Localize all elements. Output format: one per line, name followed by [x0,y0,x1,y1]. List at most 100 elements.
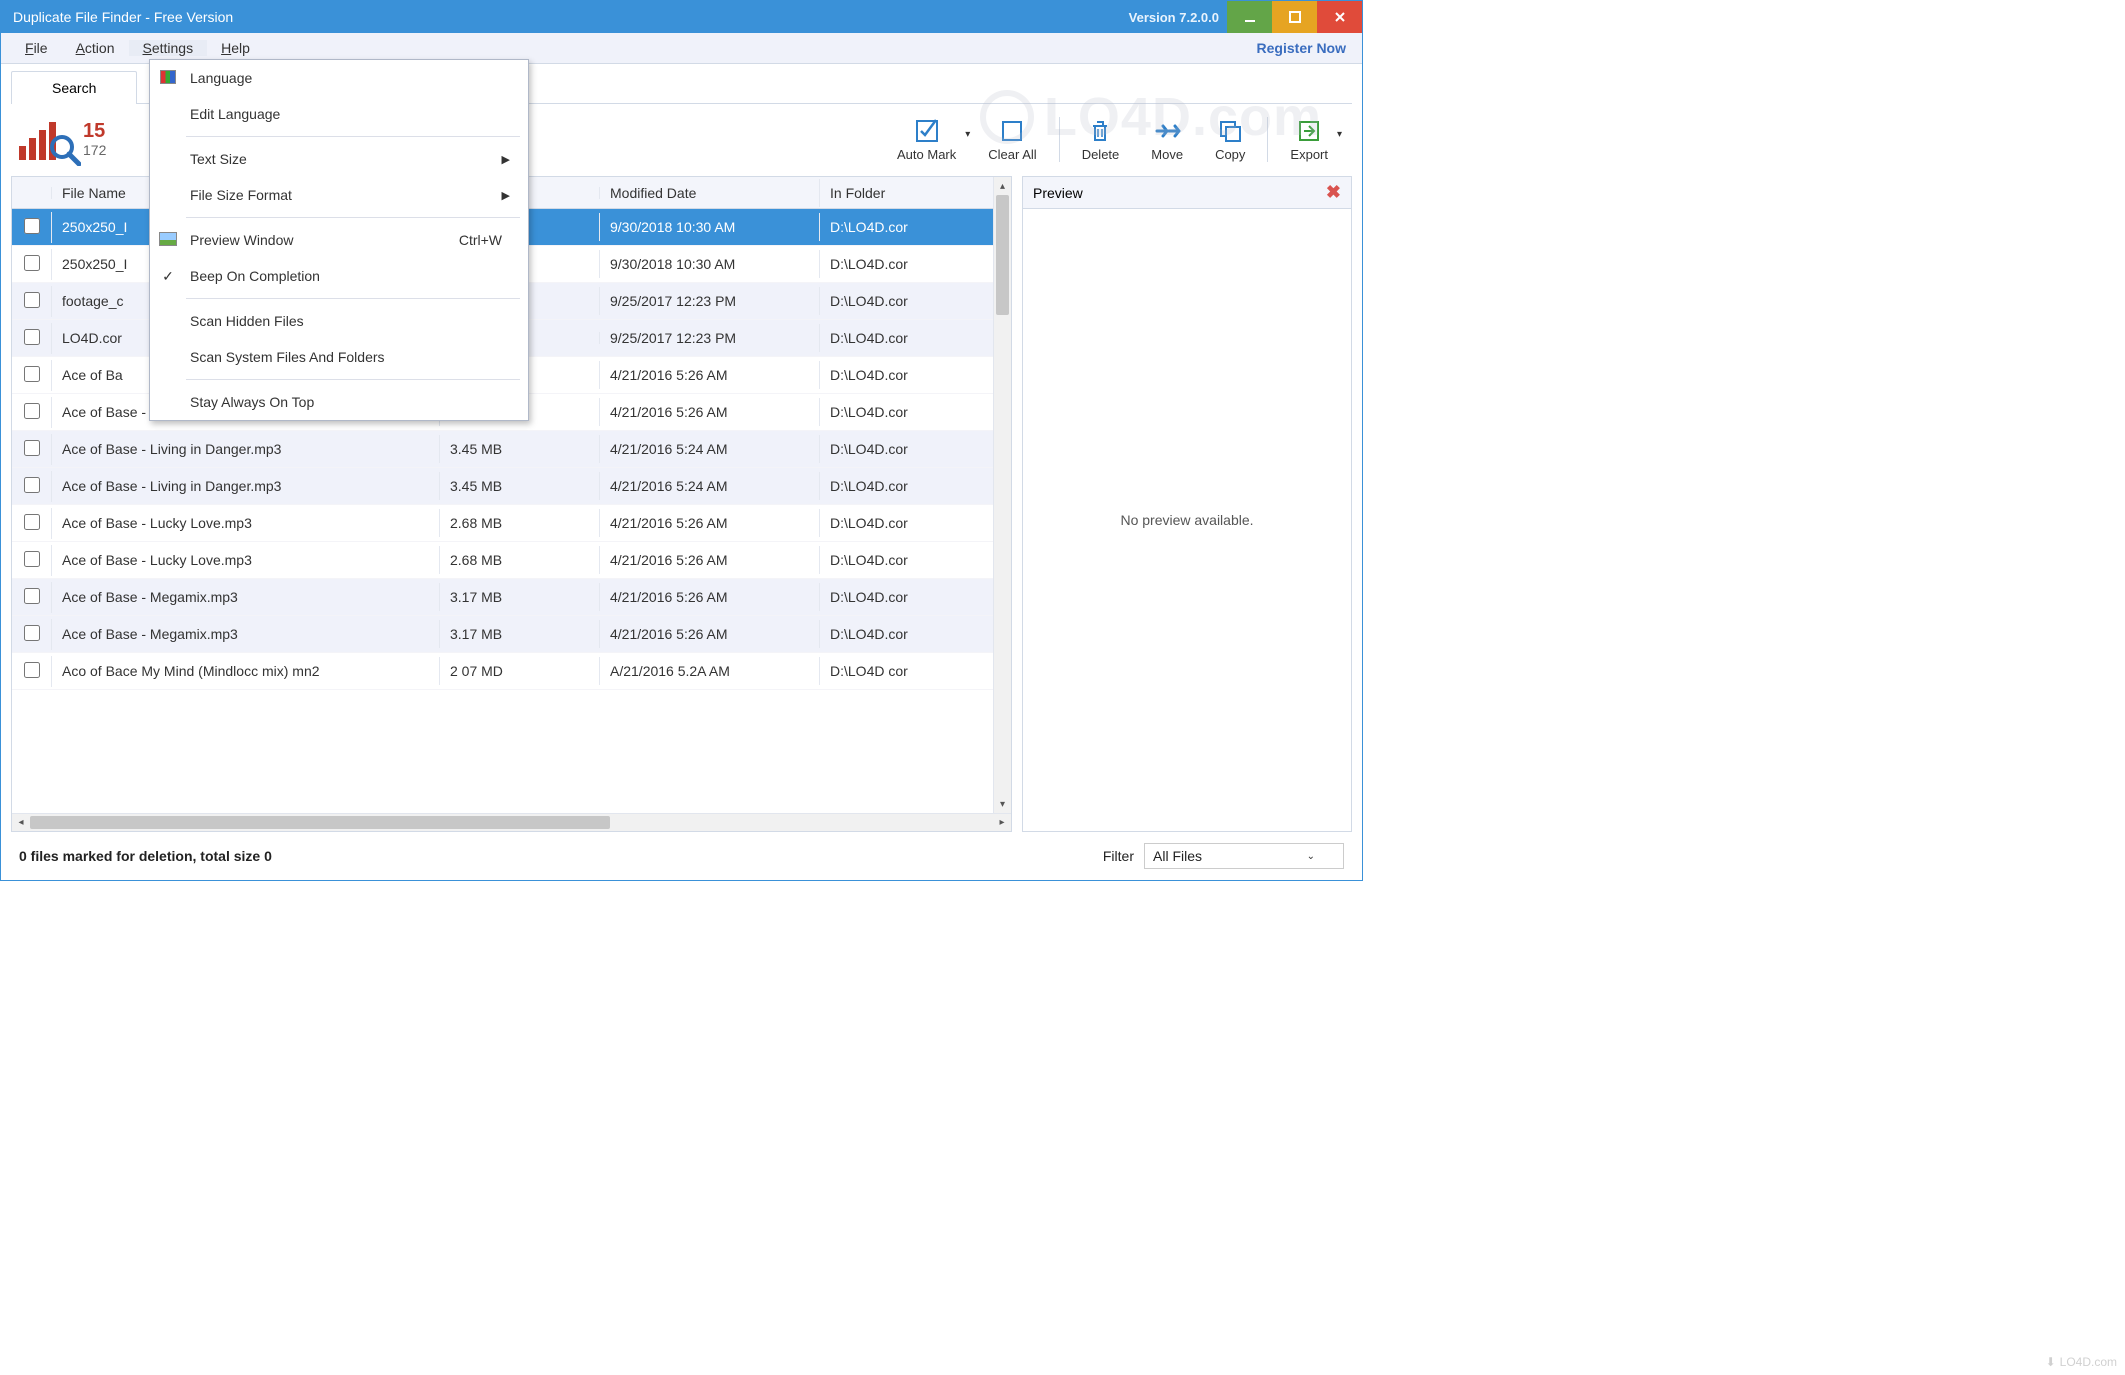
summary-detail: 172 [83,142,106,158]
scroll-thumb[interactable] [996,195,1009,315]
row-checkbox[interactable] [24,403,40,419]
cell-name: Ace of Base - Megamix.mp3 [52,583,440,611]
export-button[interactable]: Export [1274,115,1344,164]
menu-item-text-size[interactable]: Text Size▶ [150,141,528,177]
menu-item-label: Beep On Completion [186,268,514,284]
auto-mark-button[interactable]: Auto Mark [881,115,972,164]
cell-date: 9/25/2017 12:23 PM [600,287,820,315]
cell-folder: D:\LO4D.cor [820,361,1011,389]
cell-folder: D:\LO4D.cor [820,620,1011,648]
menu-item-edit-language[interactable]: Edit Language [150,96,528,132]
header-checkbox-col[interactable] [12,187,52,199]
menu-item-preview-window[interactable]: Preview WindowCtrl+W [150,222,528,258]
register-now-link[interactable]: Register Now [1257,40,1352,56]
clear-all-button[interactable]: Clear All [972,115,1052,164]
row-checkbox[interactable] [24,255,40,271]
move-button[interactable]: Move [1135,115,1199,164]
toolbar: Auto Mark Clear All Delete Move Copy [881,115,1344,164]
cell-size: 3.17 MB [440,583,600,611]
filter-select[interactable]: All Files ⌄ [1144,843,1344,869]
cell-date: 4/21/2016 5:26 AM [600,509,820,537]
scroll-right-arrow-icon[interactable]: ▸ [993,814,1011,831]
tab-search[interactable]: Search [11,71,137,104]
close-button[interactable] [1317,1,1362,33]
cell-date: 9/25/2017 12:23 PM [600,324,820,352]
table-row[interactable]: Ace of Base - Living in Danger.mp33.45 M… [12,468,1011,505]
cell-folder: D:\LO4D.cor [820,398,1011,426]
cell-name: Ace of Base - Living in Danger.mp3 [52,472,440,500]
lang-icon [150,70,186,87]
preview-pane: Preview ✖ No preview available. [1022,176,1352,832]
table-row[interactable]: Ace of Base - Lucky Love.mp32.68 MB4/21/… [12,542,1011,579]
menu-item-scan-system-files-and-folders[interactable]: Scan System Files And Folders [150,339,528,375]
delete-button[interactable]: Delete [1066,115,1136,164]
menu-help[interactable]: Help [207,40,264,56]
minimize-button[interactable] [1227,1,1272,33]
scroll-left-arrow-icon[interactable]: ◂ [12,814,30,831]
menu-settings[interactable]: Settings [129,40,208,56]
cell-size: 3.45 MB [440,435,600,463]
vertical-scrollbar[interactable]: ▴ ▾ [993,177,1011,813]
menu-separator [186,136,520,137]
menu-file[interactable]: File [11,40,62,56]
cell-folder: D:\LO4D cor [820,657,1011,685]
summary-count: 15 [83,120,106,142]
move-arrows-icon [1153,117,1181,145]
cell-name: Ace of Base - Lucky Love.mp3 [52,546,440,574]
table-row[interactable]: Ace of Base - Living in Danger.mp33.45 M… [12,431,1011,468]
filter-label: Filter [1103,848,1134,864]
menu-separator [186,379,520,380]
row-checkbox[interactable] [24,662,40,678]
hscroll-thumb[interactable] [30,816,610,829]
menu-item-scan-hidden-files[interactable]: Scan Hidden Files [150,303,528,339]
header-folder[interactable]: In Folder [820,179,1011,207]
chevron-down-icon: ⌄ [1307,851,1315,862]
cell-folder: D:\LO4D.cor [820,324,1011,352]
menu-item-label: File Size Format [186,187,502,203]
preview-close-button[interactable]: ✖ [1326,182,1341,203]
row-checkbox[interactable] [24,366,40,382]
cell-date: 4/21/2016 5:26 AM [600,546,820,574]
row-checkbox[interactable] [24,329,40,345]
table-row[interactable]: Aco of Bace My Mind (Mindlocc mix) mn22 … [12,653,1011,690]
table-row[interactable]: Ace of Base - Lucky Love.mp32.68 MB4/21/… [12,505,1011,542]
row-checkbox[interactable] [24,588,40,604]
cell-folder: D:\LO4D.cor [820,509,1011,537]
cell-folder: D:\LO4D.cor [820,472,1011,500]
table-row[interactable]: Ace of Base - Megamix.mp33.17 MB4/21/201… [12,579,1011,616]
row-checkbox[interactable] [24,292,40,308]
submenu-arrow-icon: ▶ [502,189,514,202]
copy-button[interactable]: Copy [1199,115,1261,164]
checkmark-box-icon [913,117,941,145]
menu-item-language[interactable]: Language [150,60,528,96]
menu-action[interactable]: Action [62,40,129,56]
app-window: Duplicate File Finder - Free Version Ver… [0,0,1363,881]
menu-item-stay-always-on-top[interactable]: Stay Always On Top [150,384,528,420]
menu-item-label: Scan Hidden Files [186,313,514,329]
scroll-up-arrow-icon[interactable]: ▴ [994,177,1011,195]
menu-item-label: Stay Always On Top [186,394,514,410]
menu-item-file-size-format[interactable]: File Size Format▶ [150,177,528,213]
filter-value: All Files [1153,848,1202,864]
menu-item-label: Text Size [186,151,502,167]
maximize-button[interactable] [1272,1,1317,33]
version-label: Version 7.2.0.0 [1129,10,1219,25]
settings-dropdown: LanguageEdit LanguageText Size▶File Size… [149,59,529,421]
row-checkbox[interactable] [24,625,40,641]
preview-empty-text: No preview available. [1023,209,1351,831]
scan-results-icon [19,114,77,164]
row-checkbox[interactable] [24,440,40,456]
cell-folder: D:\LO4D.cor [820,213,1011,241]
menu-item-beep-on-completion[interactable]: ✓Beep On Completion [150,258,528,294]
cell-size: 3.45 MB [440,472,600,500]
row-checkbox[interactable] [24,477,40,493]
row-checkbox[interactable] [24,551,40,567]
row-checkbox[interactable] [24,218,40,234]
cell-folder: D:\LO4D.cor [820,546,1011,574]
scroll-down-arrow-icon[interactable]: ▾ [994,795,1011,813]
row-checkbox[interactable] [24,514,40,530]
window-title: Duplicate File Finder - Free Version [13,9,233,25]
header-date[interactable]: Modified Date [600,179,820,207]
table-row[interactable]: Ace of Base - Megamix.mp33.17 MB4/21/201… [12,616,1011,653]
horizontal-scrollbar[interactable]: ◂ ▸ [12,813,1011,831]
